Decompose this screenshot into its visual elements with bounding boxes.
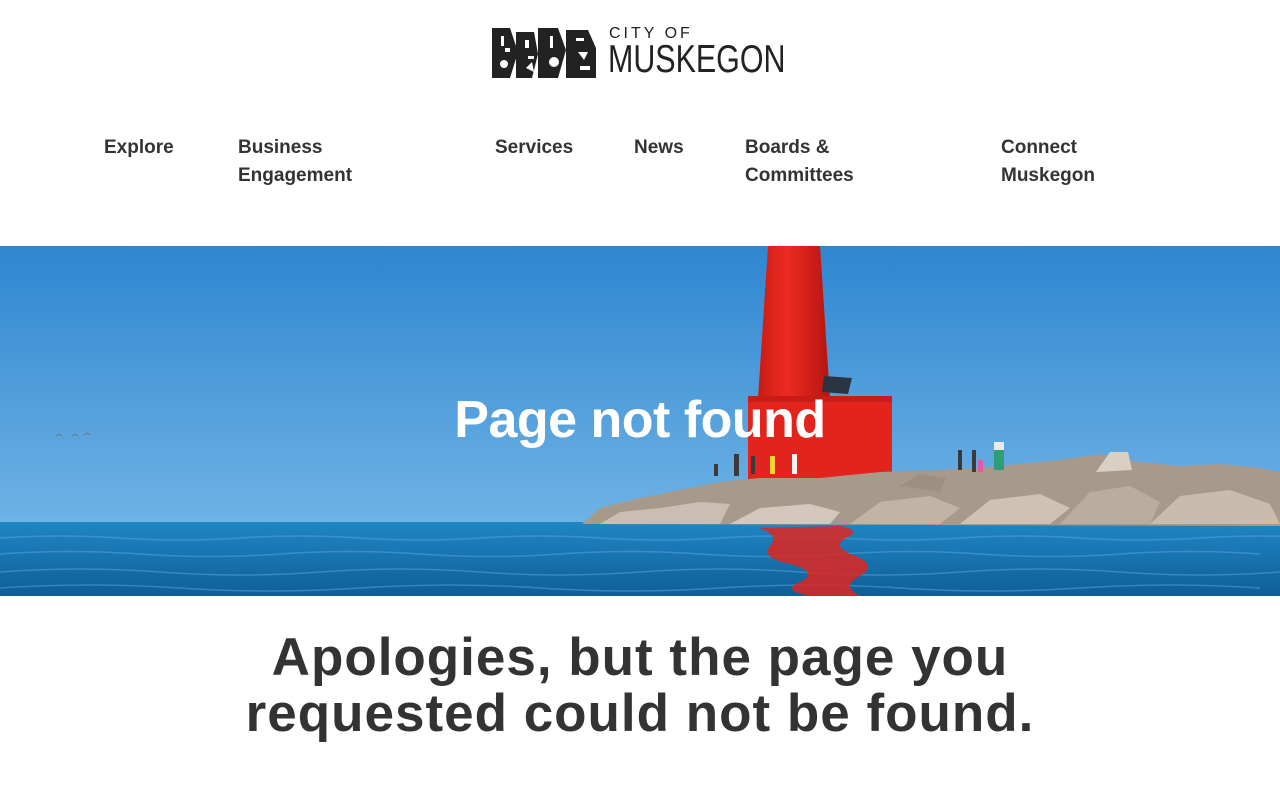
error-message-line1: Apologies, but the page you (271, 628, 1009, 687)
nav-item-label-line1: Connect (1001, 137, 1077, 158)
page-title: Page not found (454, 391, 826, 449)
nav-item-explore[interactable]: Explore (104, 134, 174, 162)
nav-item-label-line1: Boards & (745, 137, 830, 158)
city-logo-link[interactable]: CITY OF MUSKEGON (492, 26, 788, 80)
error-message: Apologies, but the page you requested co… (140, 630, 1140, 742)
error-message-line2: requested could not be found. (245, 684, 1035, 743)
main-navigation: Explore Business Engagement Services New… (0, 134, 1280, 194)
nav-item-business-engagement[interactable]: Business Engagement (238, 134, 352, 190)
nav-item-label: Services (495, 137, 574, 158)
nav-item-label-line2: Muskegon (1001, 165, 1095, 186)
logo-muskegon-text: MUSKEGON (608, 38, 786, 81)
nav-item-news[interactable]: News (634, 134, 684, 162)
nav-item-label: News (634, 137, 684, 158)
nav-item-services[interactable]: Services (495, 134, 573, 162)
nav-item-connect-muskegon[interactable]: Connect Muskegon (1001, 134, 1095, 190)
nav-item-label: Explore (104, 137, 174, 158)
nav-item-boards-committees[interactable]: Boards & Committees (745, 134, 854, 190)
city-logo-mark-icon (492, 28, 596, 78)
nav-item-label-line2: Committees (745, 165, 854, 186)
nav-item-label-line1: Business (238, 137, 323, 158)
nav-item-label-line2: Engagement (238, 165, 353, 186)
